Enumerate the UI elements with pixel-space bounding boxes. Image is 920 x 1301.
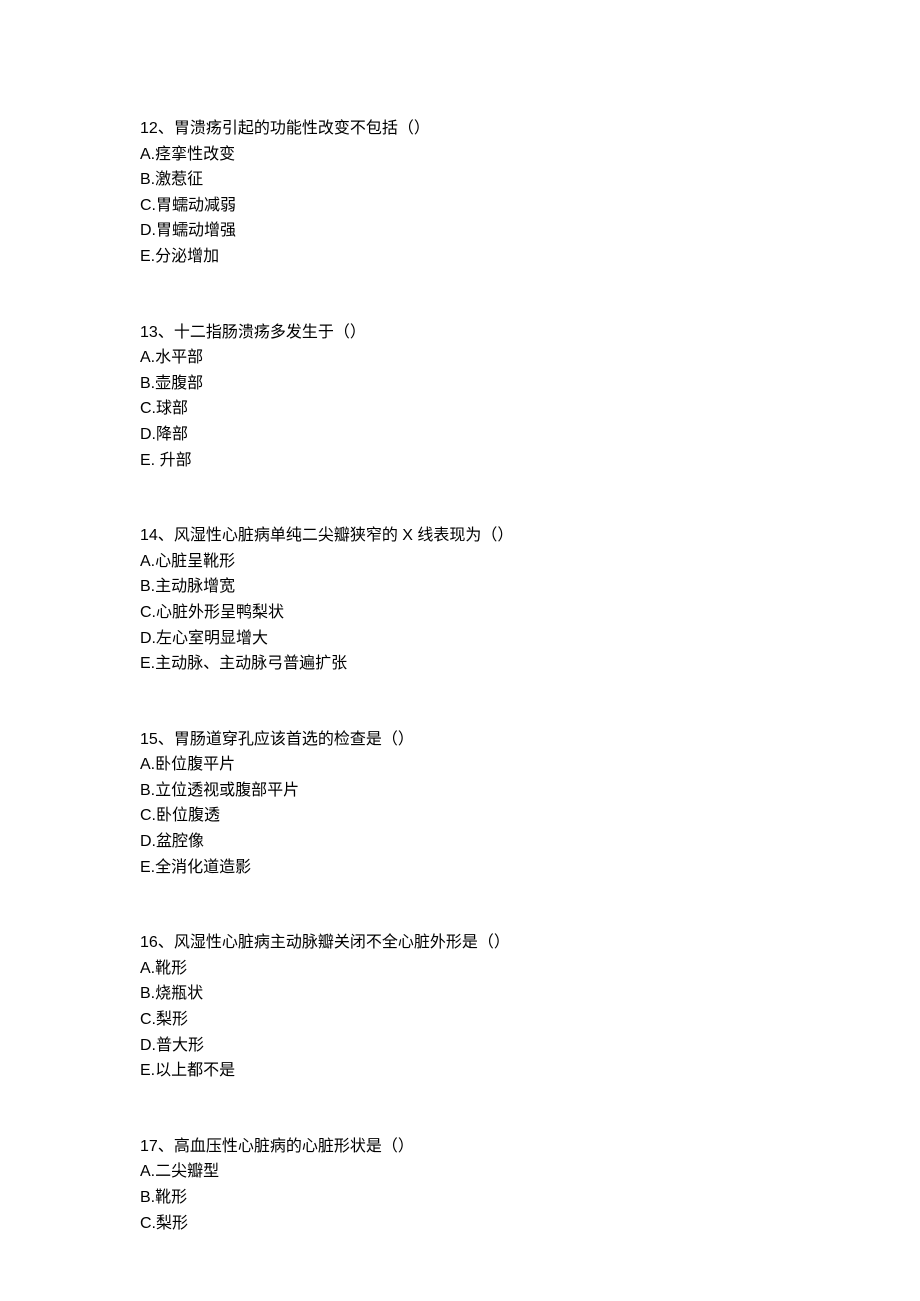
question-text: 16、风湿性心脏病主动脉瓣关闭不全心脏外形是（） — [140, 930, 780, 956]
question-block: 13、十二指肠溃疡多发生于（）A.水平部B.壶腹部C.球部D.降部E. 升部 — [140, 320, 780, 474]
question-option: D.盆腔像 — [140, 829, 780, 855]
question-block: 12、胃溃疡引起的功能性改变不包括（）A.痉挛性改变B.激惹征C.胃蠕动减弱D.… — [140, 116, 780, 270]
question-block: 15、胃肠道穿孔应该首选的检查是（）A.卧位腹平片B.立位透视或腹部平片C.卧位… — [140, 727, 780, 881]
question-option: E.分泌增加 — [140, 244, 780, 270]
question-stem: 十二指肠溃疡多发生于（） — [174, 324, 366, 341]
question-option: B.壶腹部 — [140, 371, 780, 397]
question-option: C.球部 — [140, 396, 780, 422]
question-number: 15、 — [140, 731, 174, 748]
question-stem: 高血压性心脏病的心脏形状是（） — [174, 1138, 414, 1155]
question-number: 17、 — [140, 1138, 174, 1155]
question-option: C.卧位腹透 — [140, 803, 780, 829]
question-option: C.梨形 — [140, 1211, 780, 1237]
question-text: 13、十二指肠溃疡多发生于（） — [140, 320, 780, 346]
question-stem: 胃肠道穿孔应该首选的检查是（） — [174, 731, 414, 748]
question-option: D.左心室明显增大 — [140, 626, 780, 652]
question-text: 14、风湿性心脏病单纯二尖瓣狭窄的 X 线表现为（） — [140, 523, 780, 549]
question-number: 16、 — [140, 934, 174, 951]
question-number: 14、 — [140, 527, 174, 544]
question-option: A.卧位腹平片 — [140, 752, 780, 778]
question-text: 17、高血压性心脏病的心脏形状是（） — [140, 1134, 780, 1160]
question-text: 12、胃溃疡引起的功能性改变不包括（） — [140, 116, 780, 142]
question-option: D.降部 — [140, 422, 780, 448]
question-option: E.全消化道造影 — [140, 855, 780, 881]
question-option: A.心脏呈靴形 — [140, 549, 780, 575]
question-number: 13、 — [140, 324, 174, 341]
question-option: B.烧瓶状 — [140, 981, 780, 1007]
question-option: B.靴形 — [140, 1185, 780, 1211]
question-option: B.立位透视或腹部平片 — [140, 778, 780, 804]
question-block: 17、高血压性心脏病的心脏形状是（）A.二尖瓣型B.靴形C.梨形 — [140, 1134, 780, 1236]
question-option: A.水平部 — [140, 345, 780, 371]
question-block: 16、风湿性心脏病主动脉瓣关闭不全心脏外形是（）A.靴形B.烧瓶状C.梨形D.普… — [140, 930, 780, 1084]
question-block: 14、风湿性心脏病单纯二尖瓣狭窄的 X 线表现为（）A.心脏呈靴形B.主动脉增宽… — [140, 523, 780, 677]
question-option: A.二尖瓣型 — [140, 1159, 780, 1185]
question-stem: 风湿性心脏病单纯二尖瓣狭窄的 X 线表现为（） — [174, 527, 514, 544]
question-stem: 风湿性心脏病主动脉瓣关闭不全心脏外形是（） — [174, 934, 510, 951]
question-option: A.靴形 — [140, 956, 780, 982]
question-text: 15、胃肠道穿孔应该首选的检查是（） — [140, 727, 780, 753]
question-option: D.普大形 — [140, 1033, 780, 1059]
question-option: C.心脏外形呈鸭梨状 — [140, 600, 780, 626]
question-option: C.胃蠕动减弱 — [140, 193, 780, 219]
question-number: 12、 — [140, 120, 174, 137]
question-option: C.梨形 — [140, 1007, 780, 1033]
question-option: D.胃蠕动增强 — [140, 218, 780, 244]
question-stem: 胃溃疡引起的功能性改变不包括（） — [174, 120, 430, 137]
question-option: E. 升部 — [140, 448, 780, 474]
question-option: B.激惹征 — [140, 167, 780, 193]
question-option: E.主动脉、主动脉弓普遍扩张 — [140, 651, 780, 677]
question-option: A.痉挛性改变 — [140, 142, 780, 168]
question-option: E.以上都不是 — [140, 1058, 780, 1084]
question-option: B.主动脉增宽 — [140, 574, 780, 600]
